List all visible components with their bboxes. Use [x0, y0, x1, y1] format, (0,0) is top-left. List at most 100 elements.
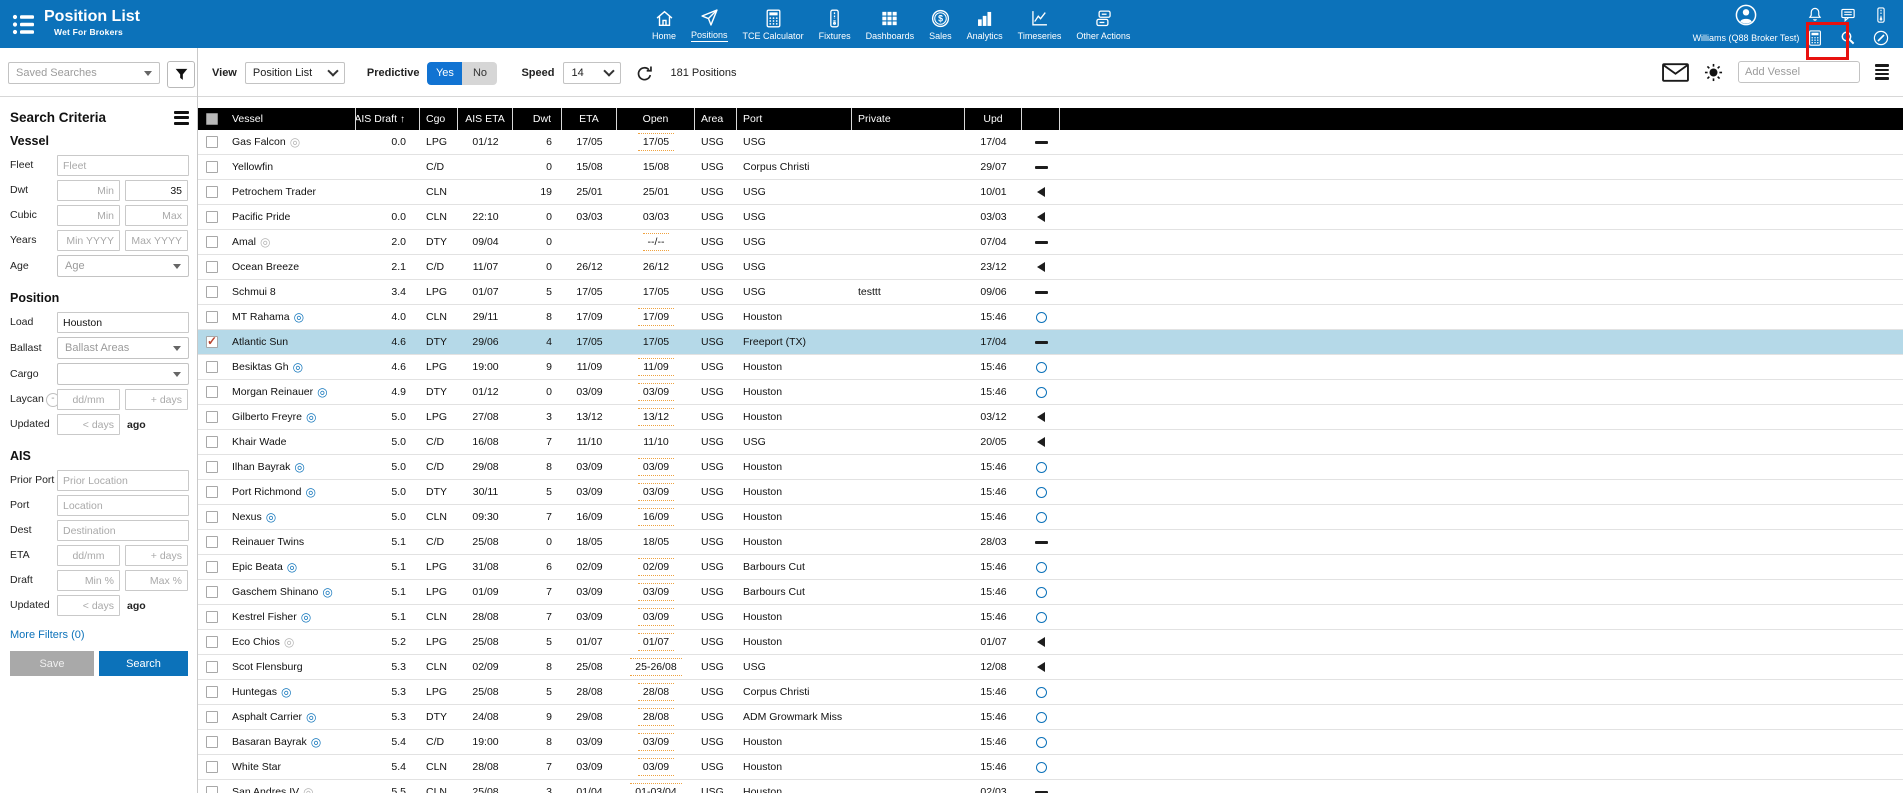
table-row[interactable]: Atlantic Sun4.6DTY29/06417/0517/05USGFre…: [198, 330, 1903, 355]
table-row[interactable]: Gilberto Freyre◎5.0LPG27/08313/1213/12US…: [198, 405, 1903, 430]
row-checkbox[interactable]: [206, 611, 218, 623]
more-filters-link[interactable]: More Filters (0): [10, 629, 85, 641]
nav-fixtures[interactable]: Fixtures: [819, 8, 851, 41]
table-row[interactable]: Scot Flensburg5.3CLN02/09825/0825-26/08U…: [198, 655, 1903, 680]
nav-positions[interactable]: Positions: [691, 7, 728, 42]
user-account[interactable]: Williams (Q88 Broker Test): [1681, 3, 1811, 43]
table-row[interactable]: Nexus◎5.0CLN09:30716/0916/09USGHouston15…: [198, 505, 1903, 530]
row-checkbox[interactable]: [206, 486, 218, 498]
table-row[interactable]: YellowfinC/D015/0815/08USGCorpus Christi…: [198, 155, 1903, 180]
nav-other-actions[interactable]: Other Actions: [1076, 8, 1130, 41]
filter-button[interactable]: [167, 61, 195, 88]
row-checkbox[interactable]: [206, 686, 218, 698]
nav-dashboards[interactable]: Dashboards: [866, 8, 915, 41]
search-button[interactable]: Search: [99, 651, 188, 676]
speed-select[interactable]: 14: [563, 62, 621, 84]
table-row[interactable]: Epic Beata◎5.1LPG31/08602/0902/09USGBarb…: [198, 555, 1903, 580]
age-select[interactable]: Age: [57, 255, 189, 277]
table-row[interactable]: Asphalt Carrier◎5.3DTY24/08929/0828/08US…: [198, 705, 1903, 730]
col-header-ais-eta[interactable]: AIS ETA: [458, 108, 513, 130]
messages-chat-icon[interactable]: [1839, 6, 1857, 24]
brightness-sun-icon[interactable]: [1704, 63, 1723, 82]
cargo-select[interactable]: [57, 363, 189, 385]
col-header-vessel[interactable]: Vessel: [226, 108, 356, 130]
row-checkbox[interactable]: [206, 336, 218, 348]
row-checkbox[interactable]: [206, 761, 218, 773]
load-input[interactable]: [57, 312, 189, 333]
nav-tce-calculator[interactable]: TCE Calculator: [743, 8, 804, 41]
calculator-icon[interactable]: [1806, 29, 1824, 47]
toolbar-menu-icon[interactable]: [1875, 64, 1889, 80]
nav-home[interactable]: Home: [652, 8, 676, 41]
draft-max-input[interactable]: [125, 570, 188, 591]
add-vessel-input[interactable]: [1738, 61, 1860, 83]
table-row[interactable]: Ocean Breeze2.1C/D11/07026/1226/12USGUSG…: [198, 255, 1903, 280]
email-envelope-icon[interactable]: [1662, 63, 1689, 82]
row-checkbox[interactable]: [206, 386, 218, 398]
nav-sales[interactable]: $ Sales: [929, 8, 952, 41]
col-header-eta[interactable]: ETA: [562, 108, 617, 130]
col-header-open[interactable]: Open: [617, 108, 695, 130]
fixtures-zipper-icon[interactable]: [1872, 6, 1890, 24]
edit-pencil-circle-icon[interactable]: [1872, 29, 1890, 47]
draft-min-input[interactable]: [57, 570, 120, 591]
table-row[interactable]: Schmui 83.4LPG01/07517/0517/05USGUSGtest…: [198, 280, 1903, 305]
row-checkbox[interactable]: [206, 661, 218, 673]
destination-input[interactable]: [57, 520, 189, 541]
row-checkbox[interactable]: [206, 511, 218, 523]
dwt-min-input[interactable]: [57, 180, 120, 201]
col-header-dwt[interactable]: Dwt: [513, 108, 562, 130]
notifications-bell-icon[interactable]: [1806, 6, 1824, 24]
col-header-cgo[interactable]: Cgo: [420, 108, 458, 130]
row-checkbox[interactable]: [206, 136, 218, 148]
table-row[interactable]: Reinauer Twins5.1C/D25/08018/0518/05USGH…: [198, 530, 1903, 555]
table-row[interactable]: Kestrel Fisher◎5.1CLN28/08703/0903/09USG…: [198, 605, 1903, 630]
table-row[interactable]: Pacific Pride0.0CLN22:10003/0303/03USGUS…: [198, 205, 1903, 230]
table-row[interactable]: Gaschem Shinano◎5.1LPG01/09703/0903/09US…: [198, 580, 1903, 605]
refresh-icon[interactable]: [636, 65, 653, 82]
table-row[interactable]: Amal◎2.0DTY09/040--/--USGUSG07/04: [198, 230, 1903, 255]
table-row[interactable]: Khair Wade5.0C/D16/08711/1011/10USGUSG20…: [198, 430, 1903, 455]
prior-port-input[interactable]: [57, 470, 189, 491]
row-checkbox[interactable]: [206, 736, 218, 748]
col-header-status[interactable]: [1022, 108, 1060, 130]
cubic-min-input[interactable]: [57, 205, 120, 226]
table-row[interactable]: Basaran Bayrak◎5.4C/D19:00803/0903/09USG…: [198, 730, 1903, 755]
col-header-upd[interactable]: Upd: [965, 108, 1022, 130]
ais-eta-date-input[interactable]: [57, 545, 120, 566]
ais-eta-days-input[interactable]: [125, 545, 188, 566]
row-checkbox[interactable]: [206, 561, 218, 573]
view-select[interactable]: Position List: [245, 62, 345, 84]
row-checkbox[interactable]: [206, 236, 218, 248]
save-button[interactable]: Save: [10, 651, 94, 676]
ais-updated-input[interactable]: [57, 595, 120, 616]
search-magnifier-icon[interactable]: [1839, 29, 1857, 47]
row-checkbox[interactable]: [206, 461, 218, 473]
row-checkbox[interactable]: [206, 436, 218, 448]
col-header-ais-draft[interactable]: AIS Draft↑: [356, 108, 420, 130]
predictive-yes-button[interactable]: Yes: [427, 62, 462, 85]
row-checkbox[interactable]: [206, 361, 218, 373]
row-checkbox[interactable]: [206, 186, 218, 198]
table-row[interactable]: Morgan Reinauer◎4.9DTY01/12003/0903/09US…: [198, 380, 1903, 405]
years-min-input[interactable]: [57, 230, 120, 251]
predictive-no-button[interactable]: No: [462, 62, 497, 85]
laycan-days-input[interactable]: [125, 389, 188, 410]
cubic-max-input[interactable]: [125, 205, 188, 226]
table-row[interactable]: Petrochem TraderCLN1925/0125/01USGUSG10/…: [198, 180, 1903, 205]
col-header-private[interactable]: Private: [852, 108, 965, 130]
col-header-port[interactable]: Port: [737, 108, 852, 130]
table-row[interactable]: White Star5.4CLN28/08703/0903/09USGHoust…: [198, 755, 1903, 780]
table-row[interactable]: Huntegas◎5.3LPG25/08528/0828/08USGCorpus…: [198, 680, 1903, 705]
row-checkbox[interactable]: [206, 586, 218, 598]
dwt-max-input[interactable]: [125, 180, 188, 201]
col-header-area[interactable]: Area: [695, 108, 737, 130]
saved-searches-select[interactable]: Saved Searches: [8, 62, 160, 84]
table-row[interactable]: Besiktas Gh◎4.6LPG19:00911/0911/09USGHou…: [198, 355, 1903, 380]
row-checkbox[interactable]: [206, 211, 218, 223]
table-row[interactable]: Ilhan Bayrak◎5.0C/D29/08803/0903/09USGHo…: [198, 455, 1903, 480]
nav-analytics[interactable]: Analytics: [967, 8, 1003, 41]
row-checkbox[interactable]: [206, 536, 218, 548]
fleet-input[interactable]: [57, 155, 189, 176]
table-row[interactable]: MT Rahama◎4.0CLN29/11817/0917/09USGHoust…: [198, 305, 1903, 330]
